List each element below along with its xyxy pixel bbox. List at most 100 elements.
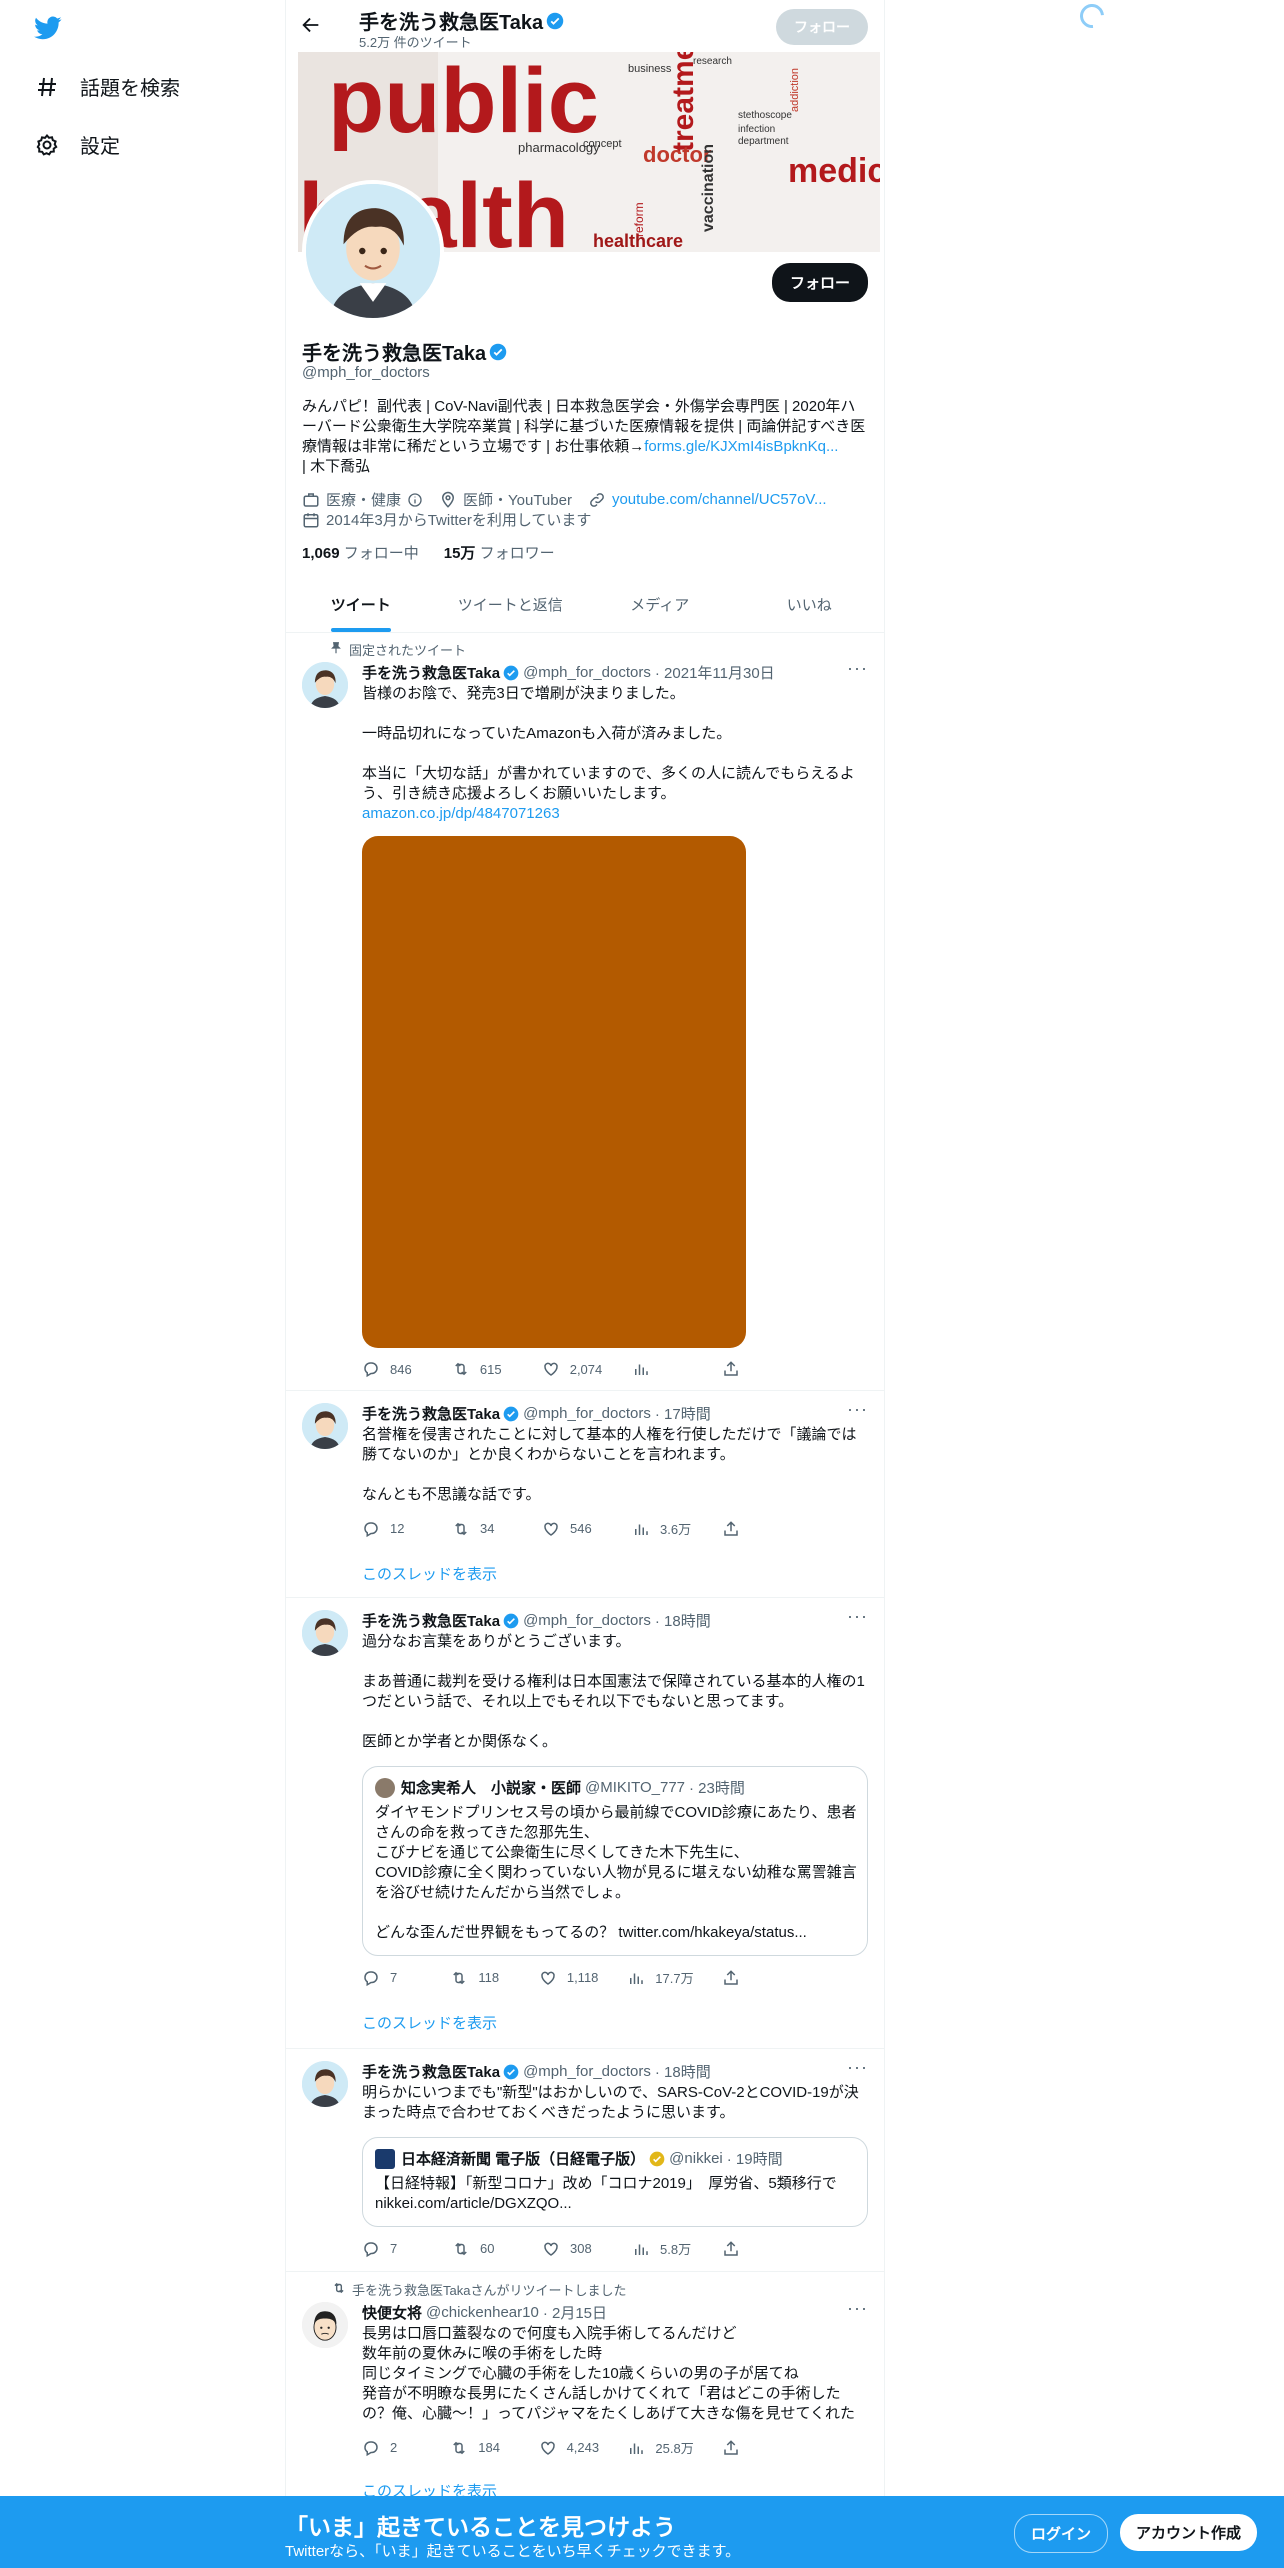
retweet-button[interactable]: 60 (452, 2239, 512, 2258)
more-options-icon[interactable]: ··· (847, 658, 868, 679)
retweet-icon (453, 1971, 466, 1984)
analytics-icon (630, 2443, 644, 2454)
tweet-author-name[interactable]: 手を洗う救急医Taka (362, 1403, 500, 1424)
banner-word: addiction (789, 68, 801, 112)
nav-explore[interactable]: 話題を検索 (34, 72, 180, 101)
nav-explore-label: 話題を検索 (80, 78, 180, 100)
quoted-author-handle: @nikkei (669, 2150, 723, 2167)
bio-link[interactable]: forms.gle/KJXmI4isBpknKq... (644, 438, 838, 455)
tweet[interactable]: 手を洗う救急医Taka @mph_for_doctors · 18時間 ··· … (286, 2049, 884, 2272)
login-button[interactable]: ログイン (1014, 2514, 1109, 2553)
reply-button[interactable]: 2 (362, 2438, 422, 2457)
reply-button[interactable]: 12 (362, 1519, 422, 1538)
like-button[interactable]: 2,074 (542, 1360, 602, 1378)
retweet-button[interactable]: 34 (452, 1519, 512, 1538)
tweet-avatar[interactable] (302, 1403, 348, 1449)
quoted-time: · 19時間 (726, 2151, 783, 2168)
tweet-author-name[interactable]: 快便女将 (362, 2302, 422, 2323)
like-button[interactable]: 4,243 (539, 2438, 599, 2457)
views-button[interactable]: 3.6万 (632, 1519, 692, 1538)
following-link[interactable]: 1,069 フォロー中 (302, 545, 419, 562)
info-icon[interactable] (407, 492, 423, 508)
tweet-pinned[interactable]: 固定されたツイート 手を洗う救急医Taka @mph_for_doctors ·… (286, 632, 884, 1391)
retweet-button[interactable]: 118 (450, 1968, 510, 1987)
retweet-button[interactable]: 184 (450, 2438, 510, 2457)
tab-likes[interactable]: いいね (735, 580, 885, 632)
tweet-author-name[interactable]: 手を洗う救急医Taka (362, 1610, 500, 1631)
quoted-tweet[interactable]: 日本経済新聞 電子版（日経電子版） @nikkei · 19時間 【日経特報】「… (362, 2137, 868, 2227)
tweet-avatar[interactable] (302, 1610, 348, 1656)
tweet-avatar[interactable] (302, 2061, 348, 2107)
profile-meta: 医療・健康 医師・YouTuber youtube.com/channel/UC… (302, 489, 827, 510)
tweet[interactable]: 手を洗う救急医Taka @mph_for_doctors · 17時間 ··· … (286, 1391, 884, 1598)
more-options-icon[interactable]: ··· (847, 2057, 868, 2078)
banner-word: concept (583, 138, 622, 150)
reply-button[interactable]: 7 (362, 1968, 422, 1987)
share-icon (724, 2240, 738, 2256)
tweet-time[interactable]: · 2月15日 (543, 2302, 607, 2323)
share-button[interactable] (722, 1519, 782, 1538)
quoted-tweet[interactable]: 知念実希人 小説家・医師 @MIKITO_777 · 23時間 ダイヤモンドプリ… (362, 1766, 868, 1956)
followers-link[interactable]: 15万 フォロワー (444, 545, 555, 562)
like-button[interactable]: 546 (542, 1519, 602, 1538)
reply-button[interactable]: 7 (362, 2239, 422, 2258)
back-arrow-icon[interactable] (300, 14, 322, 36)
header-profile-name: 手を洗う救急医Taka (359, 6, 564, 35)
tab-tweets-and-replies[interactable]: ツイートと返信 (436, 580, 586, 632)
tweet-author-name[interactable]: 手を洗う救急医Taka (362, 662, 500, 683)
show-thread-link[interactable]: このスレッドを表示 (362, 2012, 497, 2033)
tab-tweets[interactable]: ツイート (286, 580, 436, 632)
tweet-time[interactable]: · 2021年11月30日 (655, 662, 775, 683)
share-button[interactable] (722, 1360, 782, 1378)
quoted-author-name: 知念実希人 小説家・医師 (401, 1780, 582, 1797)
analytics-button[interactable] (632, 1360, 692, 1378)
share-icon (724, 1361, 738, 1376)
nav-settings[interactable]: 設定 (34, 130, 120, 159)
banner-word: reform (632, 202, 646, 237)
share-button[interactable] (722, 2239, 782, 2258)
views-button[interactable]: 25.8万 (627, 2438, 694, 2457)
banner-word: research (693, 56, 732, 67)
follow-counts: 1,069 フォロー中 15万 フォロワー (302, 542, 555, 563)
share-button[interactable] (722, 1968, 782, 1987)
tweet-time[interactable]: · 18時間 (655, 1610, 711, 1631)
tweet-avatar[interactable] (302, 662, 348, 708)
joined-date: 2014年3月からTwitterを利用しています (326, 512, 592, 529)
twitter-logo-icon[interactable] (32, 14, 64, 42)
quoted-tweet-text: 【日経特報】「新型コロナ」改め「コロナ2019」 厚労省、5類移行で nikke… (375, 2175, 837, 2212)
like-button[interactable]: 308 (542, 2239, 602, 2258)
like-button[interactable]: 1,118 (539, 1968, 599, 1987)
reply-icon (364, 1970, 378, 1986)
header-follow-button[interactable]: フォロー (776, 9, 868, 45)
views-button[interactable]: 5.8万 (632, 2239, 692, 2258)
signup-banner-title: 「いま」起きていることを見つけよう (285, 2514, 676, 2540)
tweet-time[interactable]: · 17時間 (655, 1403, 711, 1424)
tweet-media-image[interactable] (362, 836, 746, 1348)
tweet-link[interactable]: amazon.co.jp/dp/4847071263 (362, 805, 560, 822)
more-options-icon[interactable]: ··· (847, 1399, 868, 1420)
profile-website-link[interactable]: youtube.com/channel/UC57oV... (612, 491, 827, 508)
profile-avatar[interactable] (302, 180, 444, 322)
tweet-retweeted[interactable]: 手を洗う救急医Takaさんがリツイートしました 快便女将 @chickenhea… (286, 2272, 884, 2500)
location-icon (442, 491, 455, 508)
tweet[interactable]: 手を洗う救急医Taka @mph_for_doctors · 18時間 ··· … (286, 1598, 884, 2049)
retweet-button[interactable]: 615 (452, 1360, 512, 1378)
signup-button[interactable]: アカウント作成 (1120, 2514, 1258, 2551)
tweet-avatar[interactable] (302, 2302, 348, 2348)
gear-icon (34, 132, 60, 158)
tweet-text: 長男は口唇口蓋裂なので何度も入院手術してるんだけど 数年前の夏休みに喉の手術をし… (362, 2325, 856, 2422)
more-options-icon[interactable]: ··· (847, 1606, 868, 1627)
tweet-actions: 2 184 4,243 25.8万 (362, 2438, 782, 2457)
tweet-author-name[interactable]: 手を洗う救急医Taka (362, 2061, 500, 2082)
tweet-header: 快便女将 @chickenhear10 · 2月15日 (362, 2302, 607, 2323)
follow-button[interactable]: フォロー (771, 263, 868, 302)
show-thread-link[interactable]: このスレッドを表示 (362, 1563, 497, 1584)
quoted-avatar (375, 1777, 395, 1798)
tab-media[interactable]: メディア (585, 580, 735, 632)
share-button[interactable] (722, 2438, 782, 2457)
tweet-time[interactable]: · 18時間 (655, 2061, 711, 2082)
quoted-avatar (375, 2148, 395, 2169)
reply-button[interactable]: 846 (362, 1360, 422, 1378)
views-button[interactable]: 17.7万 (627, 1968, 694, 1987)
more-options-icon[interactable]: ··· (847, 2298, 868, 2319)
